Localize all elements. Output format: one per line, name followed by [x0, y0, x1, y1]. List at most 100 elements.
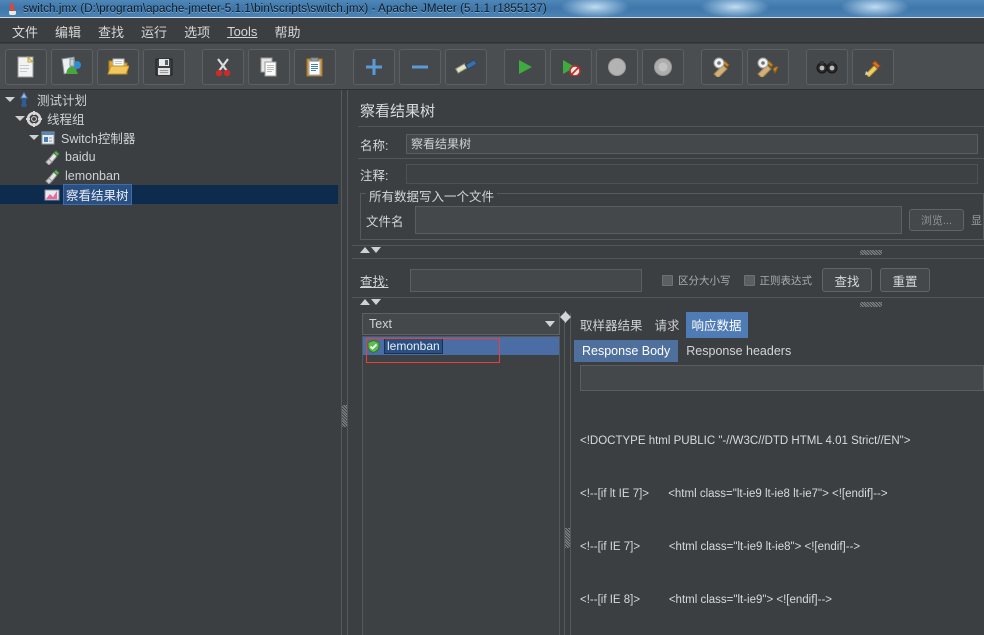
collapse-expand-toggle-upper[interactable]: [360, 247, 381, 253]
thread-group-gear-icon: [26, 110, 42, 127]
section-divider-2: [352, 258, 984, 259]
name-field[interactable]: 察看结果树: [406, 134, 978, 154]
expand-all-button[interactable]: [353, 49, 395, 85]
regex-label[interactable]: 正则表达式: [760, 273, 813, 288]
comment-row: 注释:: [360, 163, 984, 185]
subtab-response-headers[interactable]: Response headers: [678, 340, 799, 362]
templates-button[interactable]: [51, 49, 93, 85]
splitter-grip[interactable]: [342, 405, 347, 427]
search-input[interactable]: [410, 268, 642, 292]
response-find-input[interactable]: [580, 365, 984, 391]
menu-file[interactable]: 文件: [4, 19, 46, 44]
result-row-lemonban[interactable]: lemonban: [363, 337, 559, 355]
collapse-up-icon[interactable]: [360, 299, 370, 305]
cut-button[interactable]: [202, 49, 244, 85]
view-results-tree-panel: 察看结果树 名称: 察看结果树 注释: 所有数据写入一个文件 文件名 浏览...…: [352, 90, 984, 635]
toggle-element-button[interactable]: [445, 49, 487, 85]
http-sampler-icon: [44, 149, 60, 166]
name-label: 名称:: [360, 138, 389, 153]
expand-right-icon[interactable]: [565, 311, 571, 323]
title-bar: switch.jmx (D:\program\apache-jmeter-5.1…: [0, 0, 984, 18]
jmeter-window: switch.jmx (D:\program\apache-jmeter-5.1…: [0, 0, 984, 635]
page-title: 察看结果树: [360, 103, 436, 120]
menu-edit[interactable]: 编辑: [47, 19, 89, 44]
response-line: <!--[if IE 7]> <html class="lt-ie9 lt-ie…: [580, 540, 861, 553]
menu-bar: 文件 编辑 查找 运行 选项 Tools 帮助: [0, 19, 984, 43]
tool-bar: [0, 44, 984, 90]
menu-tools-label: Tools: [227, 23, 258, 39]
stop-button[interactable]: [596, 49, 638, 85]
expand-down-icon[interactable]: [371, 247, 381, 253]
find-button[interactable]: 查找: [822, 268, 872, 292]
subtab-response-body[interactable]: Response Body: [574, 340, 679, 362]
results-splitter[interactable]: [562, 313, 574, 635]
filename-field[interactable]: [415, 206, 902, 234]
menu-run[interactable]: 运行: [133, 19, 175, 44]
tree-node-view-results-tree[interactable]: 察看结果树: [0, 184, 338, 205]
open-button[interactable]: [97, 49, 139, 85]
reset-button[interactable]: 重置: [880, 268, 930, 292]
tree-node-view-results-tree-label: 察看结果树: [63, 184, 132, 205]
shutdown-button[interactable]: [642, 49, 684, 85]
collapse-expand-toggle-lower[interactable]: [360, 299, 381, 305]
success-shield-icon: [367, 339, 380, 353]
collapse-up-icon[interactable]: [360, 247, 370, 253]
renderer-select-value: Text: [369, 317, 392, 331]
display-button-partial[interactable]: 显: [971, 212, 982, 228]
collapse-all-button[interactable]: [399, 49, 441, 85]
regex-checkbox[interactable]: [743, 274, 755, 286]
reset-search-button[interactable]: [852, 49, 894, 85]
chevron-down-icon[interactable]: [28, 132, 39, 143]
name-divider: [358, 158, 984, 159]
tree-node-test-plan[interactable]: 测试计划: [0, 90, 338, 109]
menu-options[interactable]: 选项: [176, 19, 218, 44]
horizontal-splitter-grip-upper[interactable]: [860, 250, 882, 255]
response-body-text[interactable]: <!DOCTYPE html PUBLIC "-//W3C//DTD HTML …: [580, 398, 984, 635]
response-line: <!--[if IE 8]> <html class="lt-ie9"> <![…: [580, 593, 833, 606]
comment-field[interactable]: [406, 164, 978, 184]
tree-node-test-plan-label: 测试计划: [37, 94, 88, 108]
menu-search[interactable]: 查找: [90, 19, 132, 44]
search-label: 查找:: [360, 274, 389, 289]
save-button[interactable]: [143, 49, 185, 85]
tree-node-switch-controller[interactable]: Switch控制器: [0, 128, 338, 147]
paste-button[interactable]: [294, 49, 336, 85]
clear-button[interactable]: [701, 49, 743, 85]
clear-all-button[interactable]: [747, 49, 789, 85]
browse-button[interactable]: 浏览...: [908, 209, 964, 231]
menu-help[interactable]: 帮助: [266, 19, 308, 44]
new-button[interactable]: [5, 49, 47, 85]
filename-label: 文件名: [366, 214, 404, 229]
tree-node-switch-controller-label: Switch控制器: [61, 132, 136, 146]
test-plan-tree[interactable]: 测试计划 线程组 Switch控制器 baidu lemonban 察看结果树: [0, 90, 338, 635]
case-sensitive-checkbox[interactable]: [662, 274, 673, 286]
case-sensitive-label[interactable]: 区分大小写: [678, 273, 731, 288]
copy-button[interactable]: [248, 49, 290, 85]
tree-node-lemonban[interactable]: lemonban: [0, 166, 338, 185]
chevron-down-icon[interactable]: [541, 321, 559, 327]
chevron-down-icon[interactable]: [4, 94, 15, 105]
start-button[interactable]: [504, 49, 546, 85]
tab-response-data[interactable]: 响应数据: [685, 312, 748, 338]
http-sampler-icon: [44, 168, 60, 185]
search-button[interactable]: [806, 49, 848, 85]
view-results-tree-icon: [44, 187, 60, 203]
search-row: 查找: 区分大小写 正则表达式 查找 重置: [360, 267, 984, 293]
tree-node-baidu[interactable]: baidu: [0, 147, 338, 166]
file-section-divider: [352, 245, 984, 246]
results-splitter-arrows[interactable]: [560, 311, 571, 323]
start-no-pauses-button[interactable]: [550, 49, 592, 85]
expand-down-icon[interactable]: [371, 299, 381, 305]
response-tabs: 取样器结果 请求 响应数据: [574, 312, 748, 338]
renderer-select[interactable]: Text: [362, 313, 560, 335]
horizontal-splitter-grip-lower[interactable]: [860, 302, 882, 307]
menu-tools[interactable]: Tools: [219, 21, 265, 42]
main-splitter[interactable]: [338, 90, 352, 635]
window-title: switch.jmx (D:\program\apache-jmeter-5.1…: [23, 3, 547, 15]
tab-request[interactable]: 请求: [649, 312, 686, 338]
results-splitter-grip[interactable]: [565, 528, 570, 548]
tab-sampler-result[interactable]: 取样器结果: [574, 312, 649, 338]
chevron-down-icon[interactable]: [14, 113, 25, 124]
tree-node-thread-group[interactable]: 线程组: [0, 109, 338, 128]
results-tree-list[interactable]: lemonban: [362, 336, 560, 635]
